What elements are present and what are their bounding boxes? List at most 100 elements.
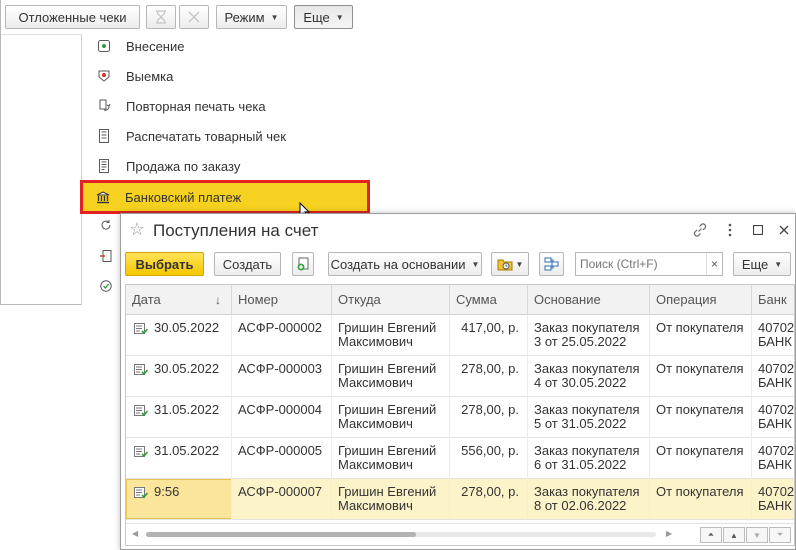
copy-button[interactable] [292, 252, 314, 276]
clear-search-button[interactable]: × [706, 253, 722, 275]
cell-date[interactable]: 31.05.2022 [126, 438, 232, 479]
column-header-bank[interactable]: Банк [752, 285, 794, 315]
exit-icon [100, 250, 112, 265]
cell-bank[interactable]: 40702 БАНК [752, 479, 794, 520]
cell-basis[interactable]: Заказ покупателя 3 от 25.05.2022 [528, 315, 650, 356]
report-button[interactable]: ▼ [491, 252, 529, 276]
cell-text: АСФР-000002 [238, 320, 323, 335]
chevron-up-icon: ▲ [730, 530, 738, 540]
cell-basis[interactable]: Заказ покупателя 6 от 31.05.2022 [528, 438, 650, 479]
cell-bank[interactable]: 40702 БАНК [752, 315, 794, 356]
create-button[interactable]: Создать [214, 252, 281, 276]
cell-basis[interactable]: Заказ покупателя 5 от 31.05.2022 [528, 397, 650, 438]
cell-date[interactable]: 9:56 [126, 479, 232, 520]
cash-out-icon [97, 69, 111, 83]
cell-text: 6 от 31.05.2022 [534, 457, 627, 472]
cell-text: Заказ покупателя [534, 443, 640, 458]
scroll-last-button[interactable]: ⏷ [769, 527, 791, 543]
table-row[interactable]: 31.05.2022 АСФР-000004 Гришин Евгений Макси… [126, 397, 794, 438]
cell-from[interactable]: Гришин Евгений Максимович [332, 356, 450, 397]
cell-number[interactable]: АСФР-000007 [232, 479, 332, 520]
cell-bank[interactable]: 40702 БАНК [752, 397, 794, 438]
star-icon[interactable]: ☆ [129, 219, 145, 240]
cell-number[interactable]: АСФР-000005 [232, 438, 332, 479]
cell-from[interactable]: Гришин Евгений Максимович [332, 397, 450, 438]
cell-from[interactable]: Гришин Евгений Максимович [332, 479, 450, 520]
more-button[interactable]: Еще ▼ [294, 5, 353, 29]
chevron-down-icon: ▼ [753, 530, 761, 540]
column-header-label: Дата [132, 292, 161, 307]
scroll-first-button[interactable]: ⏶ [700, 527, 722, 543]
menu-item-label: Распечатать товарный чек [126, 128, 286, 144]
table-row[interactable]: 30.05.2022 АСФР-000002 Гришин Евгений Макси… [126, 315, 794, 356]
cell-sum[interactable]: 556,00, р. [450, 438, 528, 479]
cancel-button[interactable] [179, 5, 209, 29]
column-header-basis[interactable]: Основание [528, 285, 650, 315]
maximize-icon[interactable] [749, 221, 767, 239]
cell-basis[interactable]: Заказ покупателя 4 от 30.05.2022 [528, 356, 650, 397]
column-header-from[interactable]: Откуда [332, 285, 450, 315]
cell-sum[interactable]: 278,00, р. [450, 479, 528, 520]
table-row[interactable]: 30.05.2022 АСФР-000003 Гришин Евгений Макси… [126, 356, 794, 397]
scroll-right-icon[interactable]: ▶ [666, 529, 672, 538]
more-label: Еще [741, 256, 769, 272]
link-icon[interactable] [691, 221, 709, 239]
column-header-label: Номер [238, 292, 279, 307]
menu-item-print-receipt[interactable]: Распечатать товарный чек [82, 121, 373, 151]
cell-bank[interactable]: 40702 БАНК [752, 438, 794, 479]
receipt-icon [97, 129, 111, 143]
cell-date[interactable]: 31.05.2022 [126, 397, 232, 438]
create-based-on-button[interactable]: Создать на основании ▼ [328, 252, 482, 276]
cell-basis[interactable]: Заказ покупателя 8 от 02.06.2022 [528, 479, 650, 520]
cell-sum[interactable]: 278,00, р. [450, 397, 528, 438]
cell-from[interactable]: Гришин Евгений Максимович [332, 438, 450, 479]
hourglass-button[interactable] [146, 5, 176, 29]
cell-from[interactable]: Гришин Евгений Максимович [332, 315, 450, 356]
structure-button[interactable] [539, 252, 564, 276]
cell-bank[interactable]: 40702 БАНК [752, 356, 794, 397]
cell-number[interactable]: АСФР-000004 [232, 397, 332, 438]
menu-item-cash-in[interactable]: Внесение [82, 31, 373, 61]
menu-item-bank-payment[interactable]: Банковский платеж [80, 180, 370, 214]
table-row[interactable]: 31.05.2022 АСФР-000005 Гришин Евгений Макси… [126, 438, 794, 479]
cell-sum[interactable]: 278,00, р. [450, 356, 528, 397]
cell-text: АСФР-000007 [238, 484, 323, 499]
cell-operation[interactable]: От покупателя [650, 479, 752, 520]
cell-operation[interactable]: От покупателя [650, 315, 752, 356]
scroll-thumb[interactable] [146, 532, 416, 537]
cell-operation[interactable]: От покупателя [650, 397, 752, 438]
cell-sum[interactable]: 417,00, р. [450, 315, 528, 356]
scroll-up-button[interactable]: ▲ [723, 527, 745, 543]
menu-item-reprint[interactable]: Повторная печать чека [82, 91, 373, 121]
search-field[interactable]: × [575, 252, 723, 276]
scroll-left-icon[interactable]: ◀ [132, 529, 138, 538]
posted-document-icon [134, 487, 148, 499]
cell-date[interactable]: 30.05.2022 [126, 315, 232, 356]
close-icon[interactable] [775, 221, 793, 239]
reprint-icon [97, 99, 111, 113]
cell-operation[interactable]: От покупателя [650, 356, 752, 397]
column-header-sum[interactable]: Сумма [450, 285, 528, 315]
more-button[interactable]: Еще ▼ [733, 252, 791, 276]
column-header-label: Откуда [338, 292, 381, 307]
cell-operation[interactable]: От покупателя [650, 438, 752, 479]
scroll-down-button[interactable]: ▼ [746, 527, 768, 543]
cell-number[interactable]: АСФР-000003 [232, 356, 332, 397]
mode-button[interactable]: Режим ▼ [216, 5, 287, 29]
cell-text: 31.05.2022 [154, 402, 220, 417]
column-header-number[interactable]: Номер [232, 285, 332, 315]
cell-date[interactable]: 30.05.2022 [126, 356, 232, 397]
more-vertical-icon[interactable] [721, 221, 739, 239]
menu-item-cash-out[interactable]: Выемка [82, 61, 373, 91]
menu-item-order-sale[interactable]: Продажа по заказу [82, 151, 373, 181]
cell-number[interactable]: АСФР-000002 [232, 315, 332, 356]
column-header-operation[interactable]: Операция [650, 285, 752, 315]
table-row[interactable]: 9:56 АСФР-000007 Гришин Евгений Максимович 2… [126, 479, 794, 520]
deferred-checks-button[interactable]: Отложенные чеки [5, 5, 140, 29]
cell-text: От покупателя [656, 361, 744, 376]
column-header-date[interactable]: Дата ↓ [126, 285, 232, 315]
search-input[interactable] [580, 254, 706, 274]
horizontal-scrollbar[interactable]: ◀ ▶ ⏶ ▲ ▼ ⏷ [126, 523, 794, 545]
select-button[interactable]: Выбрать [125, 252, 204, 276]
cell-text: 417,00, р. [461, 320, 519, 335]
